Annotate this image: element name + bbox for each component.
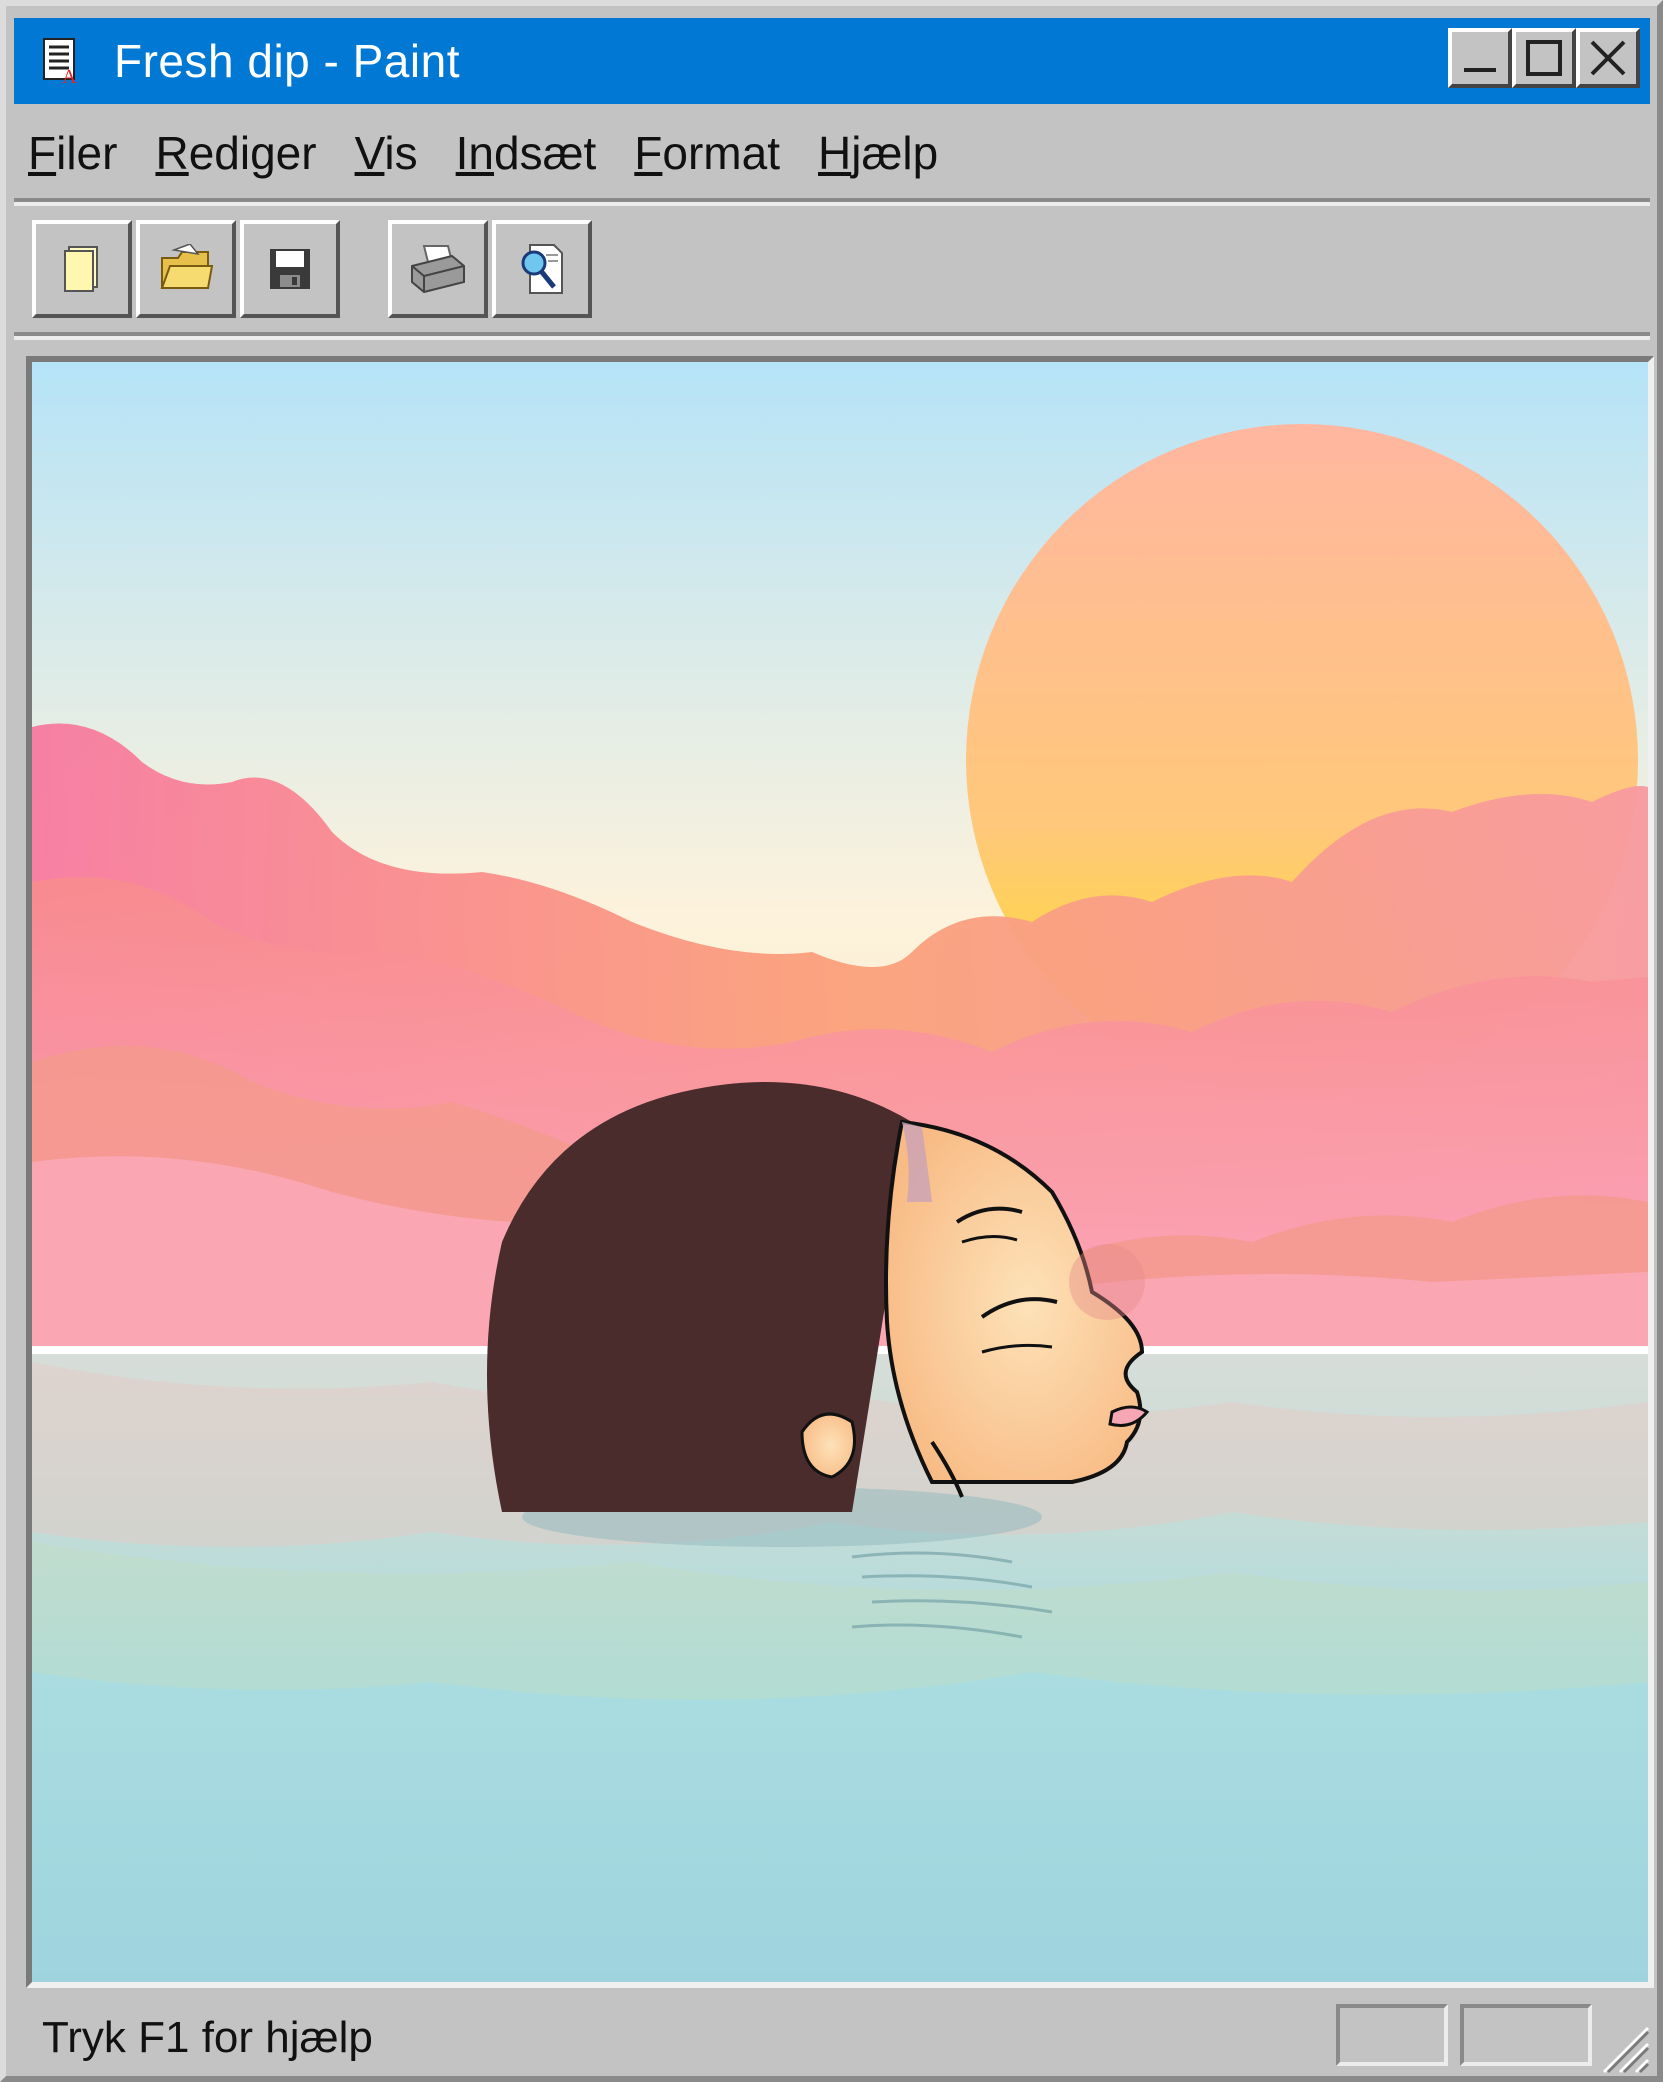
status-panel-2 (1460, 2004, 1592, 2066)
maximize-button[interactable] (1512, 28, 1576, 88)
status-text: Tryk F1 for hjælp (42, 2013, 373, 2062)
menu-label: is (384, 127, 418, 179)
minimize-icon (1464, 68, 1496, 72)
menu-accel: F (634, 127, 663, 179)
menu-accel: V (354, 127, 385, 179)
save-disk-icon (270, 249, 310, 289)
menu-accel: H (818, 127, 852, 179)
window-title: Fresh dip - Paint (114, 35, 460, 87)
paint-app-icon: A (43, 38, 77, 87)
menu-label: jælp (851, 127, 939, 179)
menu-separator (14, 198, 1650, 206)
maximize-icon (1526, 40, 1562, 76)
paint-window: A Fresh dip - Paint Filer Rediger Vis In… (0, 0, 1663, 2082)
menu-hjaelp[interactable]: Hjælp (818, 126, 938, 180)
resize-grip-icon[interactable] (1594, 2018, 1650, 2074)
minimize-button[interactable] (1448, 28, 1512, 88)
print-preview-button[interactable] (492, 220, 592, 318)
menu-filer[interactable]: Filer (28, 126, 117, 180)
menu-accel: R (155, 127, 189, 179)
title-bar[interactable]: A Fresh dip - Paint (14, 18, 1650, 104)
artwork (32, 362, 1648, 1982)
save-button[interactable] (240, 220, 340, 318)
menu-vis[interactable]: Vis (355, 126, 418, 180)
toolbar (32, 220, 596, 318)
new-button[interactable] (32, 220, 132, 318)
menu-rediger[interactable]: Rediger (155, 126, 316, 180)
menu-indsaet[interactable]: Indsæt (456, 126, 597, 180)
svg-text:A: A (62, 66, 77, 87)
window-controls (1448, 28, 1640, 88)
new-icon (64, 246, 98, 292)
toolbar-separator (14, 332, 1650, 340)
print-preview-icon (521, 244, 563, 294)
print-button[interactable] (388, 220, 488, 318)
menu-label: dsæt (494, 127, 597, 179)
menu-bar: Filer Rediger Vis Indsæt Format Hjælp (28, 118, 938, 188)
menu-label: ediger (188, 127, 317, 179)
status-panel-1 (1336, 2004, 1448, 2066)
status-bar: Tryk F1 for hjælp (14, 1998, 1654, 2078)
menu-accel: In (455, 127, 495, 179)
print-icon (411, 245, 465, 294)
menu-label: iler (56, 127, 118, 179)
open-folder-icon (160, 244, 214, 289)
menu-format[interactable]: Format (634, 126, 780, 180)
menu-accel: F (28, 127, 57, 179)
menu-label: ormat (662, 127, 780, 179)
drawing-canvas[interactable] (26, 356, 1654, 1988)
close-button[interactable] (1576, 28, 1640, 88)
close-icon (1590, 40, 1626, 76)
open-button[interactable] (136, 220, 236, 318)
